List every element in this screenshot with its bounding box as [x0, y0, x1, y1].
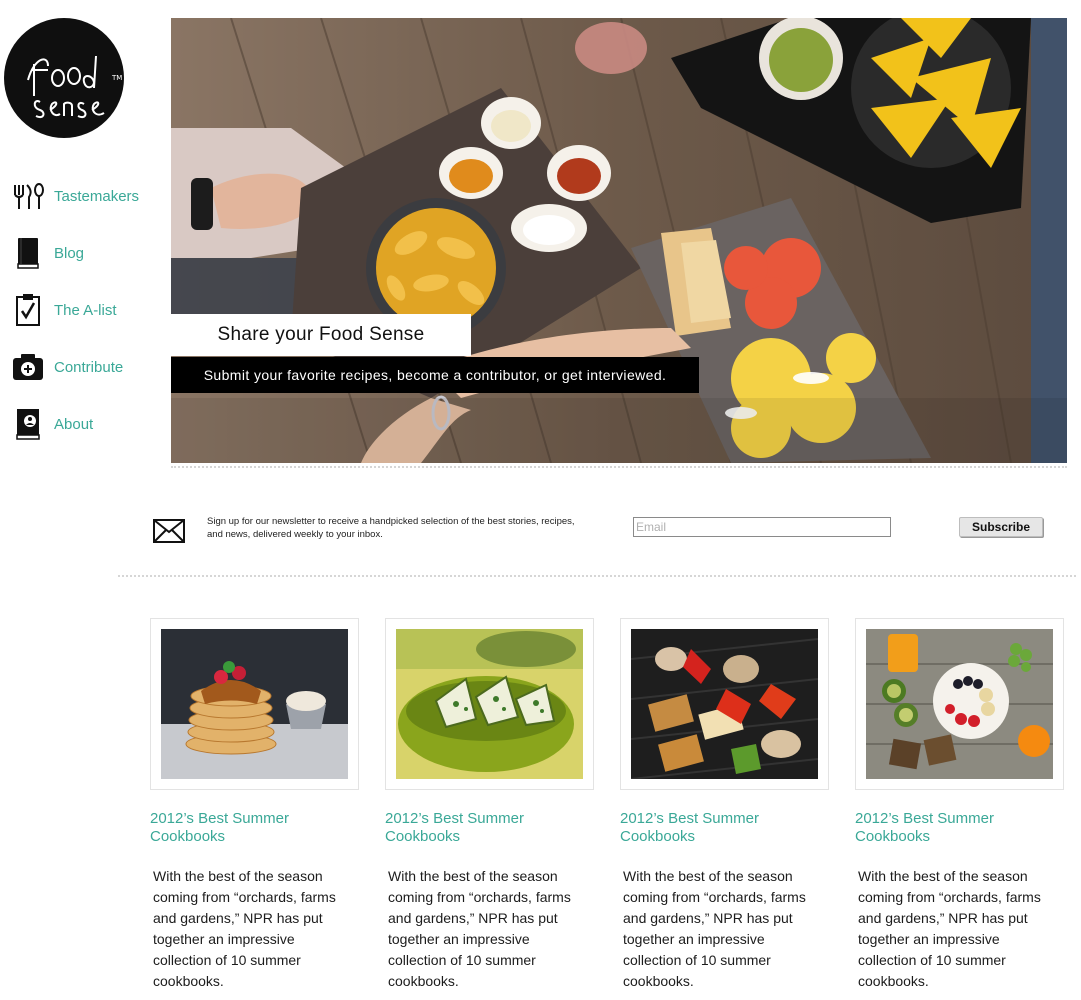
kebabs-image	[631, 629, 818, 779]
nav-item-tastemakers[interactable]: Tastemakers	[10, 176, 160, 216]
article-card[interactable]: 2012’s Best Summer Cookbooks With the be…	[620, 618, 829, 992]
nav-item-a-list[interactable]: The A-list	[10, 290, 160, 330]
nav-item-label: The A-list	[54, 301, 117, 319]
pancakes-image	[161, 629, 348, 779]
card-title[interactable]: 2012’s Best Summer Cookbooks	[620, 810, 800, 846]
green-bowl-image	[396, 629, 583, 779]
profile-book-icon	[10, 406, 46, 442]
nav-item-label: Blog	[54, 244, 85, 262]
card-thumbnail-frame[interactable]	[620, 618, 829, 790]
book-icon	[10, 235, 46, 271]
nav-item-blog[interactable]: Blog	[10, 233, 160, 273]
newsletter-description: Sign up for our newsletter to receive a …	[207, 516, 575, 540]
divider	[171, 466, 1067, 468]
card-title[interactable]: 2012’s Best Summer Cookbooks	[385, 810, 565, 846]
trademark-mark: TM	[112, 74, 123, 82]
article-card[interactable]: 2012’s Best Summer Cookbooks With the be…	[150, 618, 359, 992]
card-excerpt: With the best of the season coming from …	[388, 868, 571, 989]
utensils-icon	[10, 178, 46, 214]
nav-item-label: About	[54, 415, 94, 433]
card-thumbnail-frame[interactable]	[855, 618, 1064, 790]
hero-banner[interactable]: Share your Food Sense Submit your favori…	[171, 18, 1067, 463]
card-title[interactable]: 2012’s Best Summer Cookbooks	[150, 810, 330, 846]
article-card[interactable]: 2012’s Best Summer Cookbooks With the be…	[855, 618, 1064, 992]
nav-item-contribute[interactable]: Contribute	[10, 347, 160, 387]
card-title[interactable]: 2012’s Best Summer Cookbooks	[855, 810, 1035, 846]
clipboard-check-icon	[10, 292, 46, 328]
card-excerpt: With the best of the season coming from …	[858, 868, 1041, 989]
divider	[118, 575, 1076, 577]
subscribe-button[interactable]: Subscribe	[959, 517, 1043, 537]
breakfast-table-image	[866, 629, 1053, 779]
nav-item-about[interactable]: About	[10, 404, 160, 444]
food-sense-logo[interactable]: TM	[4, 18, 124, 138]
hero-title: Share your Food Sense	[171, 314, 471, 356]
hero-food-table-image	[171, 18, 1067, 463]
camera-plus-icon	[10, 349, 46, 385]
card-excerpt: With the best of the season coming from …	[153, 868, 336, 989]
article-card[interactable]: 2012’s Best Summer Cookbooks With the be…	[385, 618, 594, 992]
logo-script-art	[27, 55, 105, 119]
nav-item-label: Tastemakers	[54, 187, 140, 205]
card-thumbnail-frame[interactable]	[385, 618, 594, 790]
card-thumbnail-frame[interactable]	[150, 618, 359, 790]
nav-item-label: Contribute	[54, 358, 124, 376]
card-excerpt: With the best of the season coming from …	[623, 868, 806, 989]
envelope-icon	[152, 516, 186, 549]
email-field[interactable]	[633, 517, 891, 537]
hero-subtitle: Submit your favorite recipes, become a c…	[171, 357, 699, 393]
